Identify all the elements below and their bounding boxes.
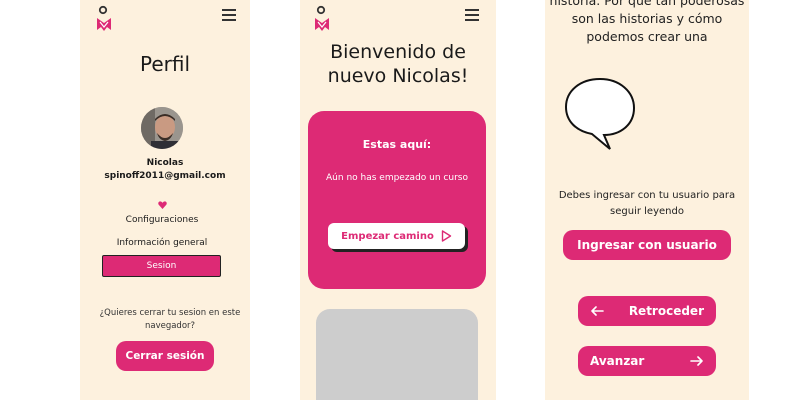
page-title: Perfil xyxy=(139,52,191,76)
login-message: Debes ingresar con tu usuario para segui… xyxy=(558,190,736,217)
next-button[interactable]: Avanzar xyxy=(578,346,716,376)
next-label: Avanzar xyxy=(590,354,645,368)
logo-icon[interactable] xyxy=(94,5,114,35)
card-text: Aún no has empezado un curso xyxy=(326,173,468,183)
home-screen: Bienvenido de nuevo Nicolas! Estas aquí:… xyxy=(300,0,496,400)
profile-screen: Perfil Nicolas spinoff2011@gmail.com Con… xyxy=(80,0,250,400)
hamburger-menu-icon[interactable] xyxy=(465,9,479,21)
user-name: Nicolas xyxy=(146,158,184,168)
back-label: Retroceder xyxy=(628,304,704,318)
session-button[interactable]: Sesion xyxy=(102,255,221,277)
logo-icon[interactable] xyxy=(312,5,332,35)
user-email: spinoff2011@gmail.com xyxy=(104,171,226,181)
speech-bubble-icon xyxy=(562,75,638,151)
menu-item-settings[interactable]: Configuraciones xyxy=(80,215,250,225)
logout-question: ¿Quieres cerrar tu sesion en este navega… xyxy=(99,308,241,331)
login-button[interactable]: Ingresar con usuario xyxy=(563,230,731,260)
play-arrow-icon xyxy=(441,230,452,242)
start-path-button[interactable]: Empezar camino xyxy=(328,223,465,249)
welcome-heading: Bienvenido de nuevo Nicolas! xyxy=(327,41,469,87)
start-path-label: Empezar camino xyxy=(341,230,434,242)
hamburger-menu-icon[interactable] xyxy=(222,9,236,21)
back-button[interactable]: Retroceder xyxy=(578,296,716,326)
arrow-left-icon xyxy=(591,306,604,316)
card-title: Estas aquí: xyxy=(362,138,432,151)
avatar[interactable] xyxy=(141,107,183,149)
menu-item-general-info[interactable]: Información general xyxy=(80,238,250,248)
arrow-right-icon xyxy=(690,356,703,366)
content-placeholder xyxy=(316,309,478,400)
logout-button[interactable]: Cerrar sesión xyxy=(116,341,214,371)
progress-card: Estas aquí: Aún no has empezado un curso… xyxy=(308,111,486,289)
story-screen: historia. Por qué tan poderosas son las … xyxy=(545,0,749,400)
heart-icon xyxy=(158,194,167,209)
story-text: historia. Por qué tan poderosas son las … xyxy=(549,0,745,44)
